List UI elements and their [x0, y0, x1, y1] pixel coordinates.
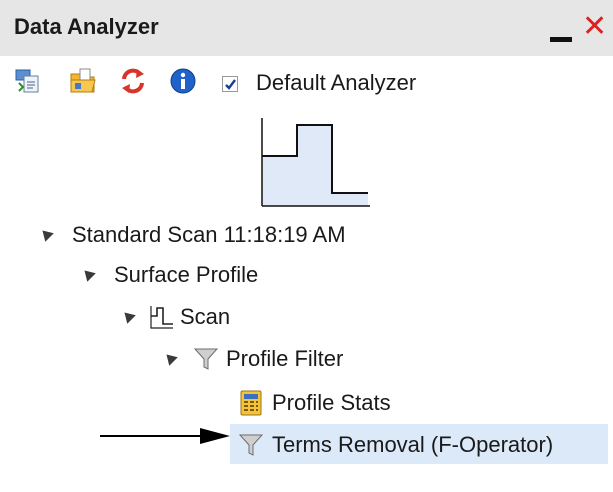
collapse-arrow-icon[interactable] — [120, 308, 136, 324]
collapse-arrow-icon[interactable] — [38, 226, 54, 242]
filter-funnel-icon — [238, 432, 264, 458]
scan-profile-icon — [149, 304, 175, 330]
collapse-arrow-icon[interactable] — [162, 350, 178, 366]
pointer-arrow-icon — [100, 424, 232, 448]
tree-label: Profile Stats — [272, 390, 391, 415]
collapse-arrow-icon[interactable] — [80, 266, 96, 282]
checkbox-box[interactable] — [222, 76, 238, 92]
tree-label: Surface Profile — [114, 262, 259, 287]
tree-label: Terms Removal (F-Operator) — [272, 432, 554, 457]
open-folder-icon[interactable] — [68, 66, 98, 96]
refresh-icon[interactable] — [118, 66, 148, 96]
close-icon[interactable]: ✕ — [582, 10, 612, 44]
default-analyzer-label: Default Analyzer — [256, 70, 417, 95]
step-profile-preview-icon — [258, 118, 373, 210]
info-icon[interactable] — [168, 66, 198, 96]
window-title: Data Analyzer — [14, 14, 159, 39]
calculator-icon — [238, 390, 264, 416]
filter-funnel-icon — [193, 346, 219, 372]
minimize-icon[interactable] — [548, 16, 576, 44]
export-icon[interactable] — [14, 66, 44, 96]
tree-label: Profile Filter — [226, 346, 344, 371]
tree-label: Standard Scan 11:18:19 AM — [72, 222, 346, 247]
titlebar: Data Analyzer ✕ — [0, 0, 613, 56]
toolbar: Default Analyzer — [0, 58, 613, 110]
tree-label: Scan — [180, 304, 231, 329]
